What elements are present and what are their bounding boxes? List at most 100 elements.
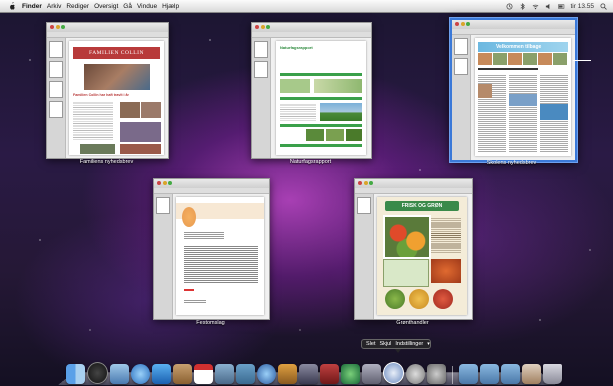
page-thumbnails[interactable] bbox=[47, 38, 66, 158]
photo-small bbox=[140, 101, 162, 119]
newsletter-banner: Velkommen tilbage bbox=[478, 42, 568, 52]
menu-hjaelp[interactable]: Hjælp bbox=[162, 3, 179, 10]
menu-item-skjul[interactable]: Skjul bbox=[379, 341, 391, 347]
xcode-icon[interactable] bbox=[362, 364, 381, 384]
window-label: Skolens nyhedsbrev bbox=[486, 160, 537, 166]
produce-photo bbox=[383, 215, 431, 259]
document-page: FRISK OG GRØN bbox=[377, 197, 467, 315]
body-text bbox=[184, 231, 224, 239]
article-photo bbox=[509, 94, 537, 106]
trash-icon[interactable] bbox=[542, 364, 562, 384]
window-controls[interactable] bbox=[255, 25, 270, 29]
window-gronthandler[interactable]: FRISK OG GRØN bbox=[354, 178, 473, 320]
chevron-down-icon: ▾ bbox=[427, 341, 430, 347]
menu-item-slet[interactable]: Slet bbox=[366, 341, 375, 347]
finder-icon[interactable] bbox=[66, 364, 85, 384]
report-map-image bbox=[280, 79, 310, 93]
itunes-icon[interactable] bbox=[257, 364, 276, 384]
apple-menu-icon[interactable] bbox=[8, 2, 16, 10]
downloads-folder-icon[interactable] bbox=[500, 364, 520, 384]
page-thumbnails[interactable] bbox=[355, 194, 374, 319]
report-photo bbox=[306, 129, 324, 141]
pointer-line bbox=[573, 60, 591, 61]
photo-booth-icon[interactable] bbox=[320, 364, 339, 384]
report-map-image bbox=[314, 79, 362, 93]
window-controls[interactable] bbox=[358, 181, 373, 185]
menu-finder[interactable]: Finder bbox=[22, 3, 42, 10]
bluetooth-icon[interactable] bbox=[519, 2, 526, 10]
page-thumbnails[interactable] bbox=[154, 194, 173, 319]
documents-folder-icon[interactable] bbox=[479, 364, 499, 384]
window-skolens-nyhedsbrev[interactable]: Velkommen tilbage bbox=[450, 18, 577, 162]
document-page bbox=[176, 197, 264, 315]
body-text bbox=[509, 74, 537, 152]
window-controls[interactable] bbox=[455, 22, 470, 26]
ical-icon[interactable] bbox=[194, 364, 213, 384]
red-note bbox=[184, 289, 194, 291]
menu-bar: Finder Arkiv Rediger Oversigt Gå Vindue … bbox=[0, 0, 613, 13]
time-machine-icon[interactable] bbox=[341, 364, 360, 384]
menu-rediger[interactable]: Rediger bbox=[66, 3, 89, 10]
window-controls[interactable] bbox=[50, 25, 65, 29]
newsletter-subheading: Familien Collin har haft travlt i år bbox=[73, 93, 129, 97]
dvd-icon[interactable] bbox=[406, 364, 425, 384]
produce-photo bbox=[431, 259, 461, 283]
document-page: Naturfagsrapport bbox=[276, 41, 366, 155]
battery-icon[interactable] bbox=[557, 3, 565, 10]
iphoto-icon[interactable] bbox=[236, 364, 255, 384]
garageband-icon[interactable] bbox=[278, 364, 297, 384]
system-preferences-icon[interactable] bbox=[427, 364, 446, 384]
body-text bbox=[431, 217, 461, 253]
page-thumbnails[interactable] bbox=[252, 38, 271, 158]
photo-small bbox=[119, 121, 162, 143]
poster-heading: FRISK OG GRØN bbox=[385, 201, 459, 211]
body-text bbox=[184, 245, 258, 283]
time-machine-status-icon[interactable] bbox=[506, 3, 513, 10]
spotlight-search-icon[interactable] bbox=[600, 2, 607, 10]
window-controls[interactable] bbox=[157, 181, 172, 185]
volume-icon[interactable] bbox=[545, 3, 552, 10]
report-landscape-photo bbox=[320, 103, 362, 121]
menu-ga[interactable]: Gå bbox=[123, 3, 132, 10]
window-label: Familiens nyhedsbrev bbox=[79, 159, 134, 165]
report-header-bar bbox=[280, 144, 362, 147]
window-festomslag[interactable] bbox=[153, 178, 270, 320]
safari-icon[interactable] bbox=[131, 364, 150, 384]
report-header-bar bbox=[280, 124, 362, 127]
window-label: Festomslag bbox=[196, 320, 225, 326]
report-photo bbox=[346, 129, 362, 141]
report-header-bar bbox=[280, 73, 362, 76]
menu-bar-clock[interactable]: tir 13.55 bbox=[571, 3, 595, 10]
body-text bbox=[73, 101, 113, 141]
preview-icon[interactable] bbox=[215, 364, 234, 384]
address-book-icon[interactable] bbox=[173, 364, 192, 384]
window-label: Naturfagsrapport bbox=[289, 159, 332, 165]
menu-arkiv[interactable]: Arkiv bbox=[47, 3, 61, 10]
info-panel bbox=[383, 259, 429, 287]
ichat-icon[interactable] bbox=[152, 364, 171, 384]
page-thumbnails[interactable] bbox=[452, 35, 471, 160]
popup-tail bbox=[395, 349, 401, 353]
mail-icon[interactable] bbox=[110, 364, 129, 384]
article-headline bbox=[478, 68, 538, 70]
applications-folder-icon[interactable] bbox=[458, 364, 478, 384]
menu-oversigt[interactable]: Oversigt bbox=[94, 3, 118, 10]
dashboard-icon[interactable] bbox=[87, 362, 108, 384]
decorative-shape bbox=[182, 207, 196, 227]
imovie-icon[interactable] bbox=[299, 364, 318, 384]
pages-icon[interactable] bbox=[383, 362, 404, 384]
stack-icon[interactable] bbox=[521, 364, 541, 384]
menu-vindue[interactable]: Vindue bbox=[137, 3, 157, 10]
article-photo bbox=[540, 104, 568, 120]
produce-photo bbox=[409, 289, 429, 309]
photo-small bbox=[119, 101, 141, 119]
window-naturfagsrapport[interactable]: Naturfagsrapport bbox=[251, 22, 372, 159]
wifi-icon[interactable] bbox=[532, 3, 539, 10]
banner-photos bbox=[478, 53, 568, 65]
dock-context-menu: Slet Skjul Indstillinger ▾ bbox=[361, 339, 431, 349]
article-photo bbox=[478, 84, 492, 98]
document-page: Velkommen tilbage bbox=[475, 38, 571, 156]
menu-item-indstillinger[interactable]: Indstillinger bbox=[395, 341, 423, 347]
window-familiens-nyhedsbrev[interactable]: FAMILIEN COLLIN Familien Collin har haft… bbox=[46, 22, 169, 159]
family-photo bbox=[83, 63, 151, 91]
